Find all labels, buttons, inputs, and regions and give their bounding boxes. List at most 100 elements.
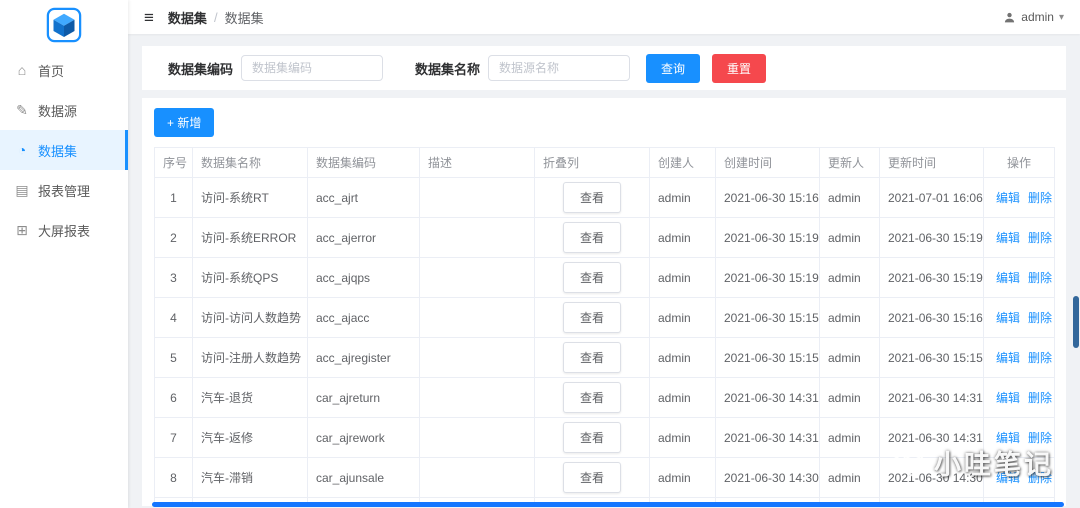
dataset-code-input[interactable] (241, 55, 384, 81)
cell-code: acc_ajrt (307, 177, 420, 218)
edit-link[interactable]: 编辑 (996, 191, 1020, 205)
cell-creator: admin (649, 337, 716, 378)
datasource-icon: ✎ (16, 101, 28, 118)
hamburger-menu-icon[interactable]: ≡ (144, 9, 154, 26)
edit-link[interactable]: 编辑 (996, 471, 1020, 485)
edit-link[interactable]: 编辑 (996, 231, 1020, 245)
cell-actions: 编辑删除 (983, 457, 1055, 498)
table-head-row: 序号 数据集名称 数据集编码 描述 折叠列 创建人 创建时间 更新人 更新时间 操作 (154, 147, 1055, 178)
view-button[interactable]: 查看 (562, 222, 621, 253)
cell-collapse: 查看 (534, 457, 650, 498)
dataset-code-label: 数据集编码 (168, 61, 234, 77)
cell-desc (419, 337, 535, 378)
cell-name: 访问-注册人数趋势 (192, 337, 308, 378)
cell-collapse: 查看 (534, 417, 650, 458)
app-logo[interactable] (0, 0, 128, 50)
edit-link[interactable]: 编辑 (996, 351, 1020, 365)
cell-create-time: 2021-06-30 15:19:06 (715, 257, 820, 298)
app-window: ⌂ 首页 ✎ 数据源 ◔ 数据集 ▤ 报表管理 ⊞ 大屏报表 ≡ 数据集 / 数… (0, 0, 1080, 508)
cell-updater: admin (819, 337, 880, 378)
edit-link[interactable]: 编辑 (996, 391, 1020, 405)
cell-code: car_ajunsale (307, 457, 420, 498)
view-button[interactable]: 查看 (562, 342, 621, 373)
cell-code: acc_ajerror (307, 217, 420, 258)
cell-create-time: 2021-06-30 15:16:37 (715, 177, 820, 218)
table-row: 8 汽车-滞销 car_ajunsale 查看 admin 2021-06-30… (154, 457, 1055, 498)
column-header-6: 创建时间 (715, 147, 820, 178)
cell-index: 3 (154, 257, 193, 298)
delete-link[interactable]: 删除 (1028, 231, 1052, 245)
sidebar-item-0[interactable]: ⌂ 首页 (0, 50, 128, 90)
column-header-1: 数据集名称 (192, 147, 308, 178)
dataset-name-label: 数据集名称 (415, 61, 481, 77)
sidebar-menu: ⌂ 首页 ✎ 数据源 ◔ 数据集 ▤ 报表管理 ⊞ 大屏报表 (0, 50, 128, 250)
cell-updater: admin (819, 297, 880, 338)
delete-link[interactable]: 删除 (1028, 271, 1052, 285)
cell-update-time: 2021-06-30 15:19:06 (879, 257, 984, 298)
delete-link[interactable]: 删除 (1028, 431, 1052, 445)
username: admin (1021, 10, 1054, 24)
screen-icon: ⊞ (16, 221, 28, 238)
cell-desc (419, 377, 535, 418)
user-menu[interactable]: admin ▾ (1003, 10, 1064, 24)
cell-collapse: 查看 (534, 377, 650, 418)
table-row: 1 访问-系统RT acc_ajrt 查看 admin 2021-06-30 1… (154, 177, 1055, 218)
cell-name: 访问-系统QPS (192, 257, 308, 298)
delete-link[interactable]: 删除 (1028, 391, 1052, 405)
view-button[interactable]: 查看 (562, 462, 621, 493)
search-panel: 数据集编码 数据集名称 查询 重置 (142, 46, 1066, 90)
cell-name: 汽车-滞销 (192, 457, 308, 498)
reset-button[interactable]: 重置 (712, 53, 767, 83)
cell-desc (419, 217, 535, 258)
cell-name: 汽车-退货 (192, 377, 308, 418)
cell-update-time: 2021-06-30 15:19:33 (879, 217, 984, 258)
table-row: 6 汽车-退货 car_ajreturn 查看 admin 2021-06-30… (154, 377, 1055, 418)
column-header-9: 操作 (983, 147, 1055, 178)
cell-name: 访问-访问人数趋势 (192, 297, 308, 338)
edit-link[interactable]: 编辑 (996, 431, 1020, 445)
cell-creator: admin (649, 297, 716, 338)
topbar: ≡ 数据集 / 数据集 admin ▾ (128, 0, 1080, 34)
view-button[interactable]: 查看 (562, 302, 621, 333)
sidebar-item-4[interactable]: ⊞ 大屏报表 (0, 210, 128, 250)
column-header-0: 序号 (154, 147, 193, 178)
home-icon: ⌂ (17, 62, 27, 78)
delete-link[interactable]: 删除 (1028, 191, 1052, 205)
sidebar-item-2[interactable]: ◔ 数据集 (0, 130, 128, 170)
edit-link[interactable]: 编辑 (996, 311, 1020, 325)
cell-update-time: 2021-07-01 16:06:00 (879, 177, 984, 218)
dataset-name-input[interactable] (488, 55, 631, 81)
cell-index: 5 (154, 337, 193, 378)
user-icon (1005, 12, 1015, 22)
cell-create-time: 2021-06-30 14:30:46 (715, 457, 820, 498)
delete-link[interactable]: 删除 (1028, 351, 1052, 365)
table-row: 3 访问-系统QPS acc_ajqps 查看 admin 2021-06-30… (154, 257, 1055, 298)
horizontal-scrollbar-thumb[interactable] (152, 502, 1064, 507)
cell-update-time: 2021-06-30 15:16:04 (879, 297, 984, 338)
cell-update-time: 2021-06-30 14:31:16 (879, 417, 984, 458)
cell-actions: 编辑删除 (983, 417, 1055, 458)
sidebar-item-3[interactable]: ▤ 报表管理 (0, 170, 128, 210)
column-header-5: 创建人 (649, 147, 716, 178)
cell-name: 访问-系统RT (192, 177, 308, 218)
delete-link[interactable]: 删除 (1028, 311, 1052, 325)
cell-code: acc_ajregister (307, 337, 420, 378)
cell-creator: admin (649, 257, 716, 298)
cell-desc (419, 297, 535, 338)
query-button[interactable]: 查询 (646, 53, 701, 83)
edit-link[interactable]: 编辑 (996, 271, 1020, 285)
cell-desc (419, 177, 535, 218)
view-button[interactable]: 查看 (562, 422, 621, 453)
cell-actions: 编辑删除 (983, 377, 1055, 418)
sidebar-item-1[interactable]: ✎ 数据源 (0, 90, 128, 130)
table-body: 1 访问-系统RT acc_ajrt 查看 admin 2021-06-30 1… (154, 177, 1055, 506)
view-button[interactable]: 查看 (562, 182, 621, 213)
view-button[interactable]: 查看 (562, 382, 621, 413)
delete-link[interactable]: 删除 (1028, 471, 1052, 485)
add-button[interactable]: + 新增 (154, 108, 215, 137)
vertical-scrollbar-thumb[interactable] (1073, 296, 1079, 348)
view-button[interactable]: 查看 (562, 262, 621, 293)
cell-create-time: 2021-06-30 15:15:55 (715, 337, 820, 378)
cell-collapse: 查看 (534, 337, 650, 378)
report-icon: ▤ (15, 181, 29, 198)
